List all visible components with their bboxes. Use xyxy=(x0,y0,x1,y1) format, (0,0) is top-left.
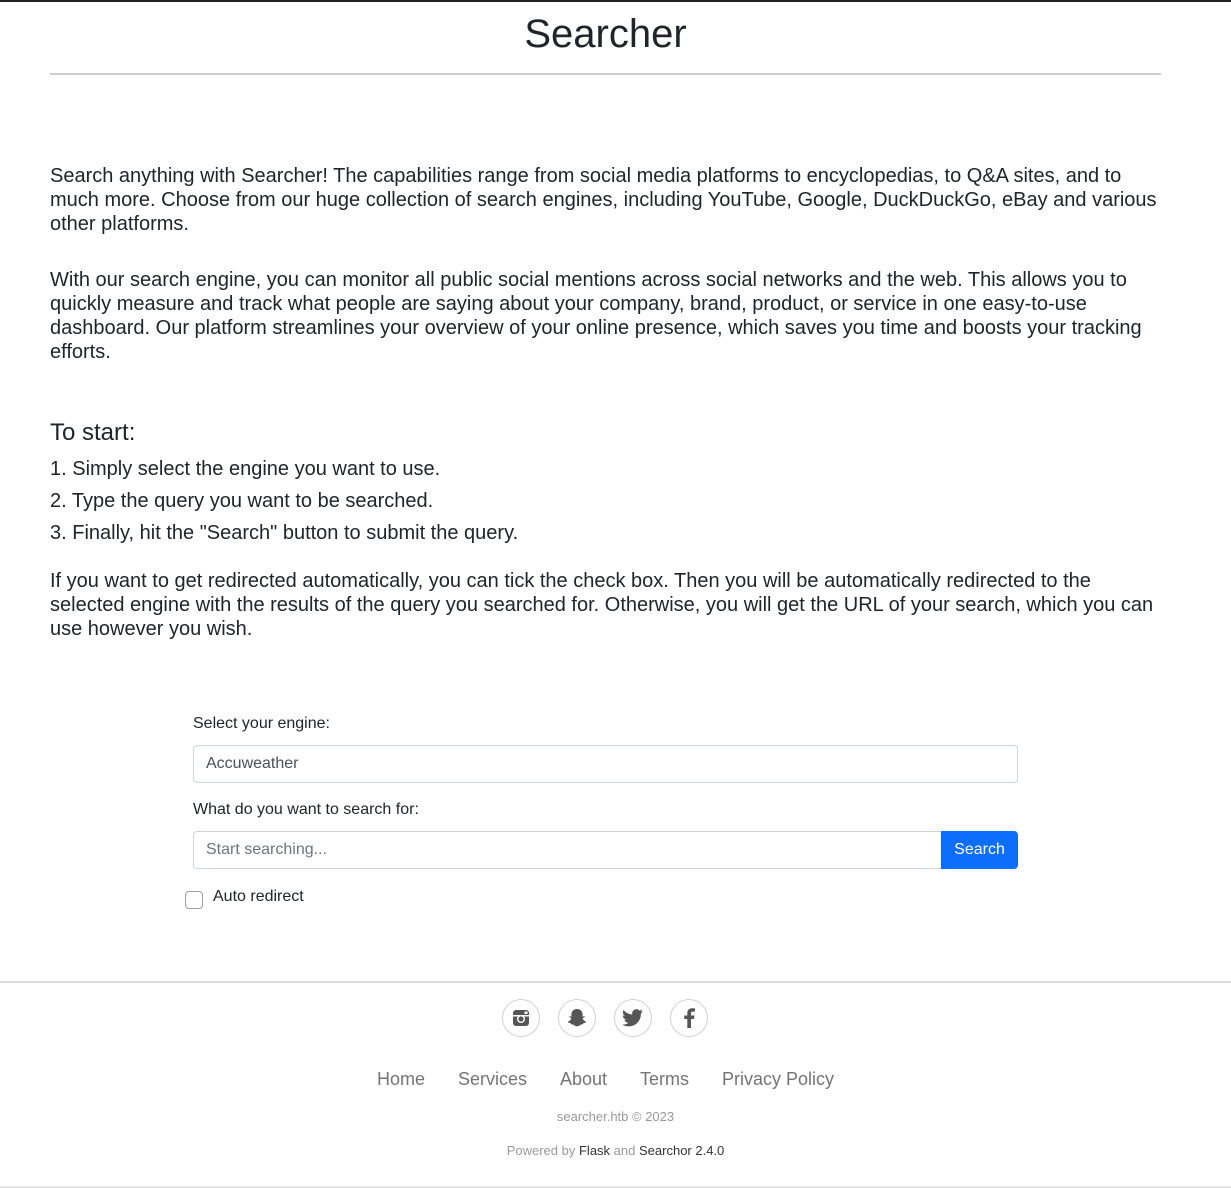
footer-link-home[interactable]: Home xyxy=(377,1068,425,1090)
engine-select[interactable]: Accuweather xyxy=(193,745,1018,783)
footer-divider xyxy=(0,981,1231,983)
top-border xyxy=(0,0,1231,2)
instagram-icon xyxy=(513,1010,529,1026)
footer-link-about[interactable]: About xyxy=(560,1068,607,1090)
facebook-link[interactable] xyxy=(670,999,708,1037)
flask-link[interactable]: Flask xyxy=(579,1143,610,1158)
searchor-link[interactable]: Searchor 2.4.0 xyxy=(639,1143,724,1158)
redirect-note: If you want to get redirected automatica… xyxy=(50,570,1154,640)
snapchat-icon xyxy=(568,1009,586,1027)
footer-link-services[interactable]: Services xyxy=(458,1068,527,1090)
page-title: Searcher xyxy=(524,12,687,56)
footer-link-terms[interactable]: Terms xyxy=(640,1068,689,1090)
copyright-text: searcher.htb © 2023 xyxy=(556,1109,675,1124)
twitter-icon xyxy=(622,1009,643,1027)
step-3: 3. Finally, hit the "Search" button to s… xyxy=(50,522,519,544)
intro-paragraph-1: Search anything with Searcher! The capab… xyxy=(50,165,1157,235)
facebook-icon xyxy=(684,1008,695,1028)
intro-paragraph-2: With our search engine, you can monitor … xyxy=(50,269,1142,363)
to-start-heading: To start: xyxy=(50,419,136,446)
auto-redirect-checkbox[interactable] xyxy=(185,891,203,909)
twitter-link[interactable] xyxy=(614,999,652,1037)
step-1: 1. Simply select the engine you want to … xyxy=(50,458,441,480)
search-input[interactable] xyxy=(193,831,942,869)
footer-link-privacy-policy[interactable]: Privacy Policy xyxy=(722,1068,834,1090)
step-2: 2. Type the query you want to be searche… xyxy=(50,490,434,512)
snapchat-link[interactable] xyxy=(558,999,596,1037)
powered-and: and xyxy=(613,1143,636,1158)
instagram-link[interactable] xyxy=(502,999,540,1037)
powered-by: Powered by Flask and Searchor 2.4.0 xyxy=(0,1143,1231,1159)
auto-redirect-label: Auto redirect xyxy=(213,888,304,905)
query-label: What do you want to search for: xyxy=(193,801,419,818)
title-divider xyxy=(50,73,1161,75)
powered-prefix: Powered by xyxy=(506,1143,576,1158)
search-button[interactable]: Search xyxy=(941,831,1018,869)
engine-label: Select your engine: xyxy=(193,715,330,732)
